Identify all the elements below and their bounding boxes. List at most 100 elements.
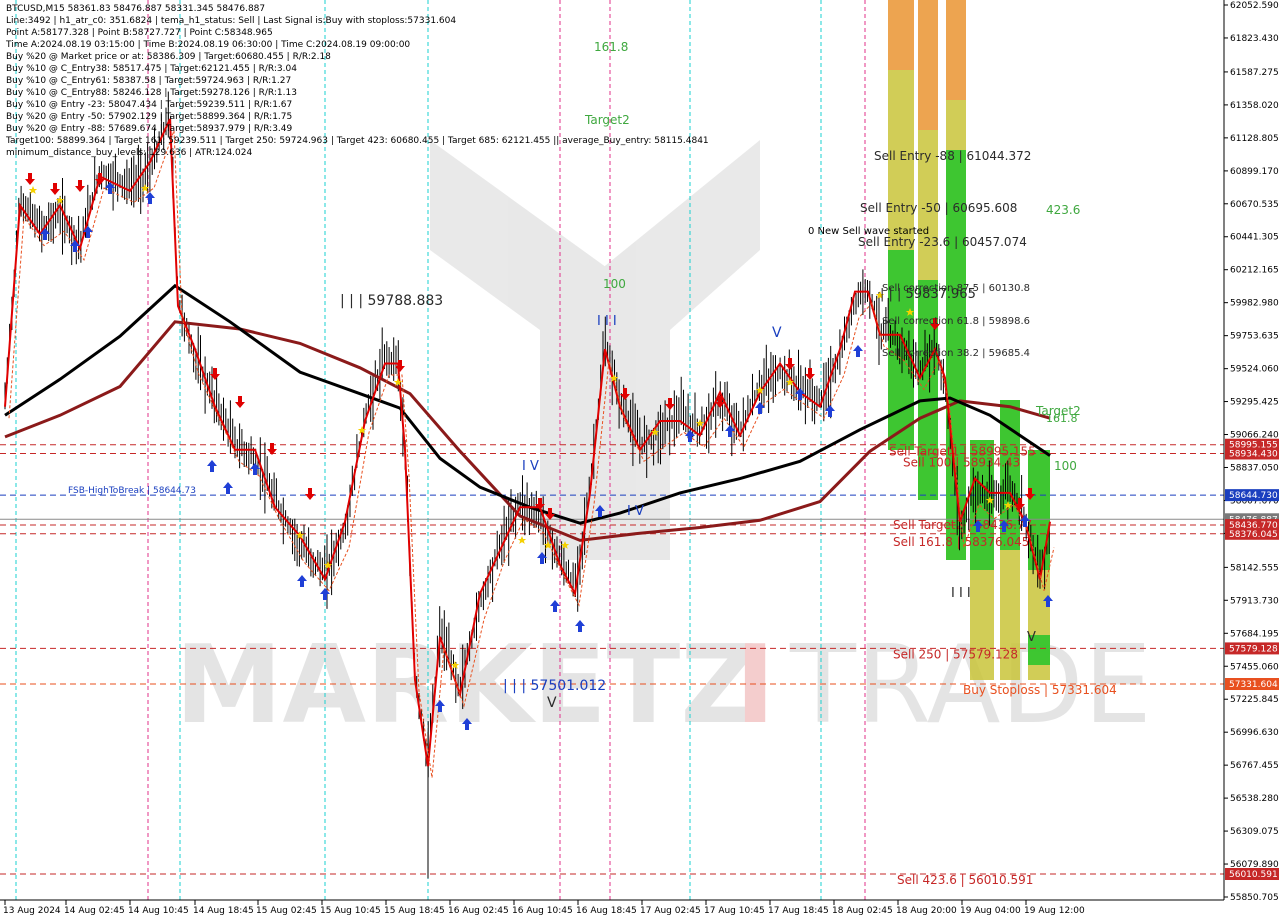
x-tick-label: 15 Aug 02:45	[256, 906, 317, 916]
y-tick-label: 61587.275	[1230, 68, 1279, 78]
sell-arrow-icon	[25, 173, 35, 185]
x-tick-label: 17 Aug 02:45	[640, 906, 701, 916]
star-marker-icon	[517, 536, 527, 544]
x-tick-label: 16 Aug 10:45	[512, 906, 573, 916]
info-line: Buy %10 @ Entry -23: 58047.434 | Target:…	[6, 100, 293, 110]
info-line: Time A:2024.08.19 03:15:00 | Time B:2024…	[6, 40, 411, 50]
info-line: Point A:58177.328 | Point B:58727.727 | …	[6, 28, 273, 38]
price-badge: 57579.128	[1225, 642, 1279, 655]
x-tick-label: 16 Aug 02:45	[448, 906, 509, 916]
wave-v-low-label: V	[547, 695, 557, 711]
x-tick-label: 15 Aug 10:45	[320, 906, 381, 916]
price-axis[interactable]: 62052.590 61823.430 61587.275 61358.020 6112…	[1223, 0, 1279, 903]
y-tick-label: 60670.535	[1230, 200, 1279, 210]
price-badge-label: 56010.591	[1229, 870, 1278, 880]
x-tick-label: 18 Aug 02:45	[832, 906, 893, 916]
y-tick-label: 57455.060	[1230, 662, 1279, 672]
buy-arrow-icon	[297, 575, 307, 587]
time-axis[interactable]: 13 Aug 2024 14 Aug 02:45 14 Aug 10:45 14 Au…	[0, 899, 1224, 916]
y-tick-label: 58837.050	[1230, 463, 1279, 473]
y-tick-label: 56538.280	[1230, 794, 1279, 804]
sell-correction-61-label: Sell correction 61.8 | 59898.6	[882, 316, 1030, 327]
y-tick-label: 56309.075	[1230, 827, 1279, 837]
peak-price-label: | | | 59837.965	[880, 287, 976, 302]
wave-title-label: 0 New Sell wave started	[808, 226, 929, 237]
price-badge-label: 58644.730	[1229, 491, 1278, 501]
buy-arrow-icon	[145, 192, 155, 204]
y-tick-label: 60899.170	[1230, 167, 1279, 177]
x-tick-label: 18 Aug 20:00	[896, 906, 957, 916]
y-tick-label: 60212.165	[1230, 266, 1279, 276]
sell-arrow-icon	[805, 368, 815, 380]
x-tick-label: 19 Aug 04:00	[960, 906, 1021, 916]
x-tick-label: 14 Aug 18:45	[193, 906, 254, 916]
fib-423-label: 423.6	[1046, 203, 1080, 217]
info-line: Buy %10 @ C_Entry61: 58387.58 | Target:5…	[6, 76, 292, 86]
fib-161-label: 161.8	[594, 40, 628, 54]
sell-correction-38-label: Sell correction 38.2 | 59685.4	[882, 348, 1030, 359]
price-badge: 58376.045	[1225, 527, 1279, 540]
price-badge: 58644.730	[1225, 489, 1279, 502]
level-label: Sell 250 | 57579.128	[893, 647, 1018, 661]
x-tick-label: 16 Aug 18:45	[576, 906, 637, 916]
y-tick-label: 62052.590	[1230, 1, 1279, 11]
y-tick-label: 61128.805	[1230, 134, 1279, 144]
x-tick-label: 14 Aug 10:45	[128, 906, 189, 916]
y-tick-label: 55850.705	[1230, 893, 1279, 903]
sell-arrow-icon	[235, 396, 245, 408]
info-line: Line:3492 | h1_atr_c0: 351.6824 | tema_h…	[6, 16, 457, 26]
swing-low-label: | | | 57501.012	[503, 678, 606, 694]
level-label: Sell Target1 | 58995.155	[889, 445, 1036, 459]
fib-target2-label: Target2	[584, 113, 630, 127]
wave-iii-label: I I I	[597, 314, 617, 329]
price-badge: 56010.591	[1225, 868, 1279, 881]
x-tick-label: 15 Aug 18:45	[384, 906, 445, 916]
y-tick-label: 59524.060	[1230, 365, 1279, 375]
x-tick-label: 17 Aug 18:45	[768, 906, 829, 916]
sell-entry-50-label: Sell Entry -50 | 60695.608	[860, 201, 1017, 215]
buy-arrow-icon	[725, 425, 735, 437]
y-tick-label: 60441.305	[1230, 233, 1279, 243]
y-tick-label: 57225.845	[1230, 695, 1279, 705]
price-badge: 57331.604	[1225, 678, 1279, 691]
watermark-mid-text: I	[735, 623, 775, 748]
fib-100-label: 100	[603, 277, 626, 291]
y-tick-label: 61358.020	[1230, 101, 1279, 111]
info-line: Target100: 58899.364 | Target 161: 59239…	[6, 136, 709, 146]
buy-arrow-icon	[83, 226, 93, 238]
sell-arrow-icon	[50, 183, 60, 195]
fib-161-right-label: 161.8	[1046, 412, 1078, 425]
symbol-header: BTCUSD,M15 58361.83 58476.887 58331.345 …	[6, 4, 266, 14]
y-tick-label: 56767.455	[1230, 761, 1279, 771]
swing-high-label: | | | 59788.883	[340, 293, 443, 309]
level-label: FSB-HighToBreak | 58644.73	[68, 486, 196, 496]
y-tick-label: 59295.425	[1230, 398, 1279, 408]
signal-zones	[888, 0, 1050, 680]
y-tick-label: 59753.635	[1230, 332, 1279, 342]
buy-arrow-icon	[853, 345, 863, 357]
info-line: minimum_distance_buy_levels: 129.636 | A…	[6, 148, 253, 158]
price-badge-label: 57579.128	[1229, 644, 1278, 654]
price-badge-label: 58934.430	[1229, 449, 1278, 459]
x-tick-label: 14 Aug 02:45	[64, 906, 125, 916]
sell-entry-23-label: Sell Entry -23.6 | 60457.074	[858, 235, 1027, 249]
y-tick-label: 58142.555	[1230, 563, 1279, 573]
price-badge-label: 57331.604	[1229, 680, 1278, 690]
info-line: Buy %10 @ C_Entry88: 58246.128 | Target:…	[6, 88, 297, 98]
x-tick-label: 19 Aug 12:00	[1024, 906, 1085, 916]
y-tick-label: 57684.195	[1230, 629, 1279, 639]
sell-arrow-icon	[75, 180, 85, 192]
level-label: Sell 161.8 | 58376.045	[893, 535, 1029, 549]
y-tick-label: 57913.730	[1230, 596, 1279, 606]
x-tick-label: 13 Aug 2024	[3, 906, 61, 916]
wave-v-top-label: V	[772, 325, 782, 341]
price-badge-label: 58376.045	[1229, 530, 1278, 540]
y-tick-label: 56996.630	[1230, 728, 1279, 738]
info-line: Buy %20 @ Market price or at: 58386.309 …	[6, 52, 331, 62]
y-tick-label: 61823.430	[1230, 34, 1279, 44]
sell-arrow-icon	[305, 488, 315, 500]
wave-iv-label: I V	[627, 504, 644, 519]
chart-window[interactable]: MARKETZ I TRADE FSB-HighToBreak | 58644.…	[0, 0, 1280, 920]
buy-arrow-icon	[223, 482, 233, 494]
wave-v-right-label: V	[1027, 630, 1036, 645]
